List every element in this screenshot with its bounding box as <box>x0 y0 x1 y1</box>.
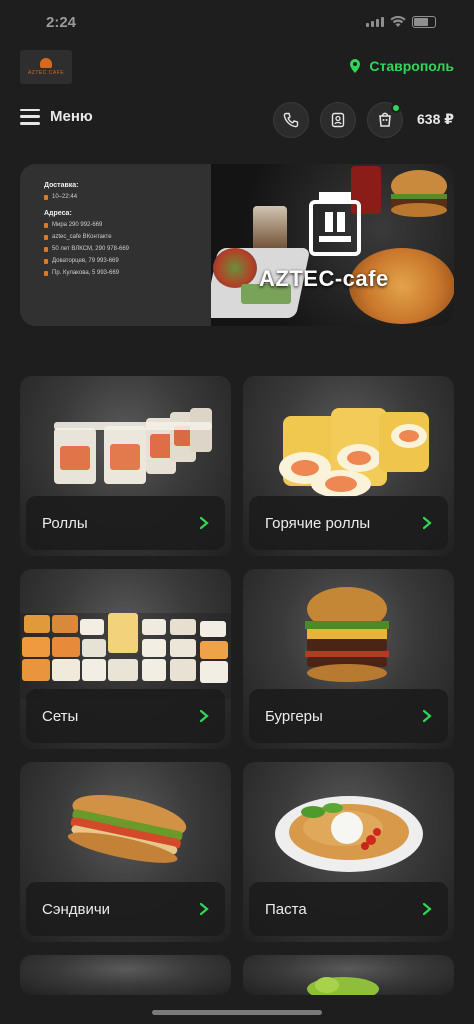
category-footer: Сэндвичи <box>26 882 225 936</box>
cart-total[interactable]: 638 ₽ <box>417 111 454 128</box>
chevron-right-icon <box>422 902 432 916</box>
contact-row: Доваторцев, 79 993-669 <box>44 258 211 264</box>
menu-button[interactable]: Меню <box>20 108 93 125</box>
hamburger-icon <box>20 108 40 125</box>
status-bar: 2:24 <box>0 0 474 44</box>
cart-badge <box>391 103 401 113</box>
contact-row: Пр. Кулакова, 5 993-669 <box>44 270 211 276</box>
phone-icon <box>283 112 299 128</box>
location-icon <box>44 246 48 252</box>
phone-button[interactable] <box>273 102 309 138</box>
contact-text: Доваторцев, 79 993-669 <box>52 258 119 264</box>
delivery-heading: Доставка: <box>44 182 79 189</box>
location-pin-icon <box>350 59 361 73</box>
contact-text: Пр. Кулакова, 5 993-669 <box>52 270 120 276</box>
category-label: Бургеры <box>265 707 323 725</box>
sets-image <box>20 613 231 699</box>
location-icon <box>44 234 48 240</box>
salad-image <box>307 977 379 995</box>
pasta-image <box>275 796 423 872</box>
category-footer: Сеты <box>26 689 225 743</box>
contact-row: 50 лет ВЛКСМ, 290 978-669 <box>44 246 211 252</box>
category-footer: Паста <box>249 882 448 936</box>
category-footer: Бургеры <box>249 689 448 743</box>
wifi-icon <box>390 16 406 27</box>
category-card-burgers[interactable]: Бургеры <box>243 569 454 749</box>
category-card-partial[interactable] <box>243 955 454 995</box>
category-card-rolls[interactable]: Роллы <box>20 376 231 556</box>
category-card-partial[interactable] <box>20 955 231 995</box>
contact-row: aztec_cafe ВКонтакте <box>44 234 211 240</box>
contact-text: 50 лет ВЛКСМ, 290 978-669 <box>52 246 129 252</box>
banner-food-image: AZTEC-cafe <box>211 164 454 326</box>
status-icons <box>366 16 436 28</box>
clock-icon <box>44 194 48 200</box>
chevron-right-icon <box>422 516 432 530</box>
category-card-sandwiches[interactable]: Сэндвичи <box>20 762 231 942</box>
aztec-logo-icon <box>309 192 361 256</box>
category-label: Сеты <box>42 707 79 725</box>
banner-info: Доставка: 10–22:44 Адреса: Мира 290 992-… <box>20 164 211 326</box>
category-card-sets[interactable]: Сеты <box>20 569 231 749</box>
chevron-right-icon <box>199 516 209 530</box>
category-label: Сэндвичи <box>42 900 111 918</box>
category-card-hot-rolls[interactable]: Горячие роллы <box>243 376 454 556</box>
location-icon <box>44 258 48 264</box>
home-indicator[interactable] <box>152 1010 322 1015</box>
sandwich-image <box>67 795 187 863</box>
rolls-image <box>54 408 212 484</box>
chevron-right-icon <box>199 709 209 723</box>
contact-text: aztec_cafe ВКонтакте <box>52 234 112 240</box>
category-footer: Горячие роллы <box>249 496 448 550</box>
hot-rolls-image <box>279 408 429 498</box>
promo-banner[interactable]: Доставка: 10–22:44 Адреса: Мира 290 992-… <box>20 164 454 326</box>
delivery-hours-row: 10–22:44 <box>44 194 211 200</box>
category-label: Роллы <box>42 514 88 532</box>
category-footer: Роллы <box>26 496 225 550</box>
menu-label: Меню <box>50 108 93 125</box>
cafe-logo[interactable]: AZTEC CAFE <box>20 50 72 84</box>
category-label: Паста <box>265 900 307 918</box>
burger-image <box>305 587 389 682</box>
delivery-hours: 10–22:44 <box>52 194 78 200</box>
cart-button[interactable] <box>367 102 403 138</box>
profile-button[interactable] <box>320 102 356 138</box>
location-icon <box>44 222 48 228</box>
status-time: 2:24 <box>46 14 77 31</box>
signal-icon <box>366 17 384 27</box>
contact-text: Мира 290 992-669 <box>52 222 103 228</box>
contacts-heading: Адреса: <box>44 210 72 217</box>
category-card-pasta[interactable]: Паста <box>243 762 454 942</box>
city-selector[interactable]: Ставрополь <box>349 58 454 74</box>
chevron-right-icon <box>422 709 432 723</box>
user-icon <box>331 112 345 128</box>
logo-text: AZTEC CAFE <box>27 70 65 76</box>
chevron-right-icon <box>199 902 209 916</box>
cart-icon <box>379 112 391 127</box>
category-label: Горячие роллы <box>265 514 371 532</box>
city-name: Ставрополь <box>369 58 454 74</box>
battery-icon <box>412 16 436 28</box>
location-icon <box>44 270 48 276</box>
banner-brand: AZTEC-cafe <box>259 266 389 291</box>
contact-row: Мира 290 992-669 <box>44 222 211 228</box>
